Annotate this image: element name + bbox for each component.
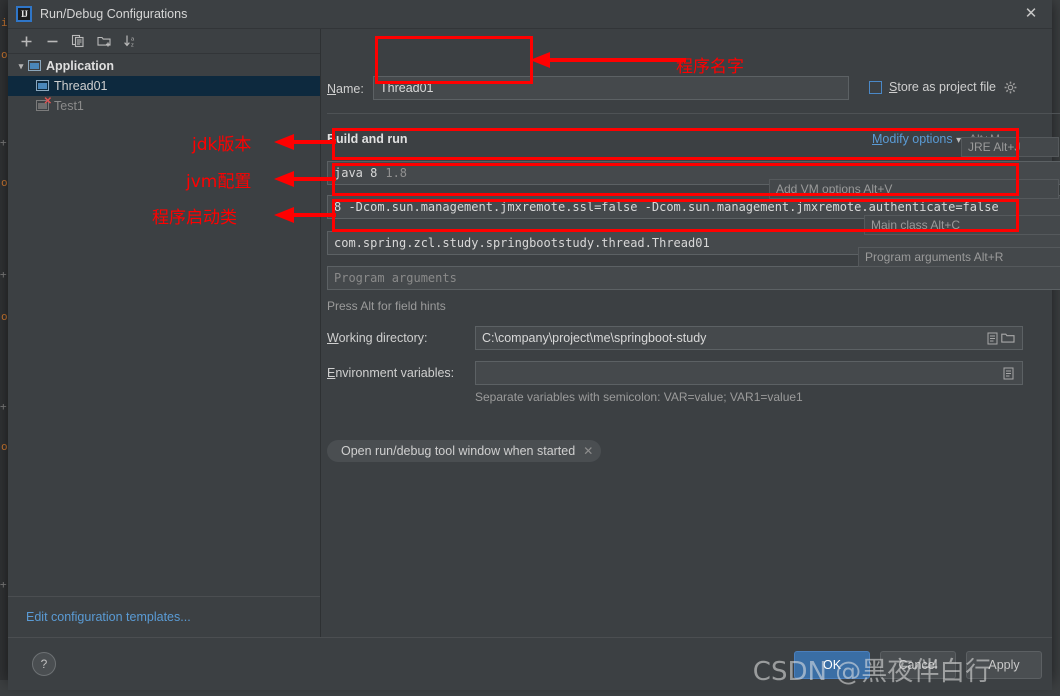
tree-item-test1[interactable]: ✕ Test1: [8, 96, 320, 116]
editor-gutter: [0, 0, 8, 696]
folder-add-icon[interactable]: [92, 30, 116, 52]
open-tool-window-label: Open run/debug tool window when started: [341, 444, 576, 458]
edit-configuration-templates-label: Edit configuration templates...: [26, 610, 191, 624]
configuration-icon: [36, 80, 50, 92]
intellij-logo-icon: IJ: [16, 6, 32, 22]
apply-button[interactable]: Apply: [966, 651, 1042, 679]
dialog-footer: ? OK Cancel Apply: [8, 637, 1052, 690]
open-tool-window-chip[interactable]: Open run/debug tool window when started …: [327, 440, 602, 462]
env-label-rest: nvironment variables:: [335, 366, 455, 380]
editor-right-strip: [1052, 0, 1060, 696]
tooltip-add-vm-options: Add VM options Alt+V: [769, 179, 1059, 199]
chevron-down-icon[interactable]: ▾: [14, 61, 28, 72]
dialog-titlebar: IJ Run/Debug Configurations ✕: [8, 0, 1052, 29]
close-icon[interactable]: ✕: [1020, 5, 1042, 23]
build-and-run-title: Build and run: [327, 132, 408, 146]
vm-options-value: 8 -Dcom.sun.management.jmxremote.ssl=fal…: [334, 200, 999, 214]
configurations-tree[interactable]: ▾ Application Thread01 ✕ Test1: [8, 54, 320, 596]
working-directory-value: C:\company\project\me\springboot-study: [482, 331, 707, 345]
tree-item-label: Application: [46, 59, 115, 73]
tooltip-jre: JRE Alt+J: [961, 137, 1059, 157]
working-directory-input[interactable]: C:\company\project\me\springboot-study: [475, 326, 1023, 350]
store-as-project-file-label: Store as project file: [889, 80, 996, 94]
name-label-mnemonic: N: [327, 82, 337, 96]
header-divider: [327, 113, 1060, 114]
store-as-project-file-row[interactable]: Store as project file: [869, 79, 1018, 95]
code-fragment: o: [1, 176, 8, 189]
wd-mnemonic: W: [327, 331, 339, 345]
sort-az-icon[interactable]: a z: [118, 30, 142, 52]
code-fragment: +: [0, 268, 7, 281]
code-fragment: +: [0, 136, 7, 149]
help-button[interactable]: ?: [32, 652, 56, 676]
code-fragment: o: [1, 440, 8, 453]
environment-variables-hint: Separate variables with semicolon: VAR=v…: [475, 390, 803, 404]
cancel-button[interactable]: Cancel: [880, 651, 956, 679]
configuration-icon: [28, 60, 42, 72]
edit-configuration-templates-link[interactable]: Edit configuration templates...: [8, 596, 320, 637]
code-fragment: +: [0, 400, 7, 413]
environment-variables-input[interactable]: [475, 361, 1023, 385]
jre-value: java 8: [334, 166, 378, 180]
name-input[interactable]: Thread01: [373, 76, 849, 100]
tooltip-program-arguments: Program arguments Alt+R: [858, 247, 1060, 267]
code-fragment: i: [1, 16, 8, 29]
add-configuration-button[interactable]: [14, 30, 38, 52]
cancel-label: Cancel: [898, 658, 938, 672]
close-icon[interactable]: ✕: [583, 444, 593, 458]
store-as-project-file-checkbox[interactable]: [869, 80, 882, 94]
code-fragment: o: [1, 310, 8, 323]
modify-options-mnemonic: M: [872, 132, 883, 146]
copy-configuration-button[interactable]: [66, 30, 90, 52]
screen: i o + o + o + o + IJ Run/Debug Configurations ✕: [0, 0, 1060, 696]
invalid-configuration-icon: ✕: [36, 97, 52, 112]
program-arguments-placeholder: Program arguments: [334, 271, 457, 285]
main-class-value: com.spring.zcl.study.springbootstudy.thr…: [334, 236, 710, 250]
dialog-title: Run/Debug Configurations: [40, 7, 188, 21]
svg-text:z: z: [131, 42, 134, 48]
ok-button[interactable]: OK: [794, 651, 870, 679]
tooltip-main-class: Main class Alt+C: [864, 215, 1060, 235]
code-fragment: +: [0, 578, 7, 591]
expand-editor-icon[interactable]: [984, 330, 1000, 346]
working-directory-label: Working directory:: [327, 331, 428, 345]
apply-label: Apply: [988, 658, 1020, 672]
tree-item-thread01[interactable]: Thread01: [8, 76, 320, 96]
run-debug-configurations-dialog: IJ Run/Debug Configurations ✕ a z ▾ Appl…: [8, 0, 1060, 690]
ok-label: OK: [822, 658, 842, 672]
modify-options-rest: odify options: [882, 132, 953, 146]
configurations-toolbar: a z: [8, 29, 320, 54]
name-input-value: Thread01: [380, 81, 434, 95]
tree-item-label: Thread01: [54, 79, 108, 93]
dialog-body: a z ▾ Application Thread01 ✕ Test1 Edit conf…: [8, 29, 1060, 637]
browse-folder-icon[interactable]: [1000, 330, 1016, 346]
configurations-pane: a z ▾ Application Thread01 ✕ Test1 Edit conf…: [8, 29, 321, 637]
modify-options-link[interactable]: Modify options ▾: [872, 132, 961, 146]
configuration-editor-pane: Name: Thread01 Store as project file Bui…: [321, 29, 1060, 637]
field-hints-text: Press Alt for field hints: [327, 299, 446, 313]
expand-editor-icon[interactable]: [1000, 365, 1016, 381]
environment-variables-label: Environment variables:: [327, 366, 454, 380]
remove-configuration-button[interactable]: [40, 30, 64, 52]
tree-item-label: Test1: [54, 99, 84, 113]
tree-group-application[interactable]: ▾ Application: [8, 56, 320, 76]
code-fragment: o: [1, 48, 8, 61]
help-label: ?: [40, 657, 48, 671]
jre-version-dim: 1.8: [385, 166, 408, 180]
gear-icon[interactable]: [1002, 79, 1018, 95]
store-label-rest: tore as project file: [897, 80, 997, 94]
name-label: Name:: [327, 82, 364, 96]
wd-label-rest: orking directory:: [338, 331, 428, 345]
program-arguments-input[interactable]: Program arguments: [327, 266, 1060, 290]
name-label-rest: ame:: [336, 82, 364, 96]
